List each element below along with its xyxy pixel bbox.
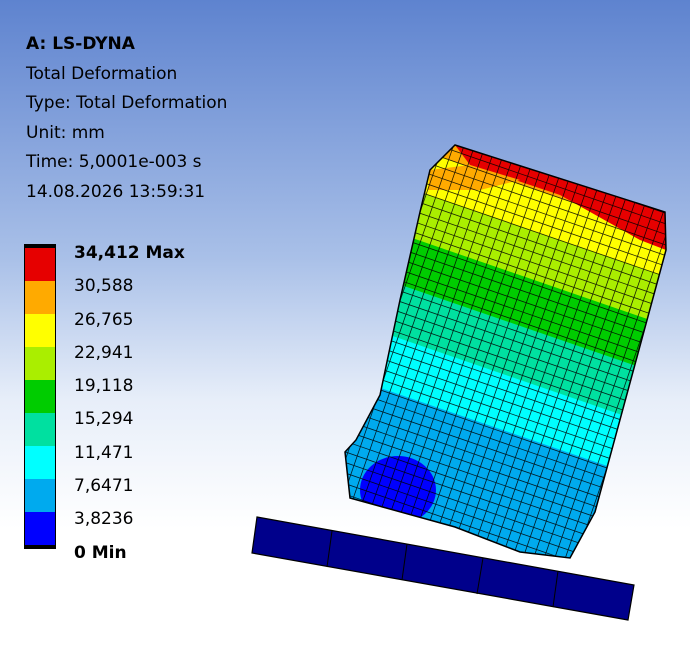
legend-band (25, 380, 55, 413)
legend-band (25, 347, 55, 380)
legend-value-label: 26,765 (74, 309, 134, 330)
legend-cap-bottom (25, 545, 55, 548)
legend-color-bar (24, 244, 56, 549)
result-unit: Unit: mm (26, 122, 105, 143)
legend-band (25, 314, 55, 347)
legend-value-label: 15,294 (74, 409, 134, 430)
legend-labels: 34,412 Max 30,588 26,765 22,941 19,118 15,29… (74, 237, 185, 570)
legend-value-label: 22,941 (74, 342, 134, 363)
legend-min-label: 0 Min (74, 542, 127, 563)
legend-band (25, 281, 55, 314)
result-info-panel: A: LS-DYNA Total Deformation Type: Total… (26, 30, 227, 207)
legend-band (25, 512, 55, 545)
legend-value-label: 7,6471 (74, 476, 134, 497)
result-time: Time: 5,0001e-003 s (26, 152, 202, 172)
legend-band (25, 413, 55, 446)
result-datetime: 14.08.2026 13:59:31 (26, 181, 206, 202)
legend-value-label: 30,588 (74, 276, 134, 297)
legend-value-label: 19,118 (74, 376, 134, 397)
legend-band (25, 479, 55, 512)
result-type: Type: Total Deformation (26, 93, 228, 113)
legend-band (25, 446, 55, 479)
legend-band (25, 248, 55, 281)
legend-max-label: 34,412 Max (74, 243, 185, 263)
legend-value-label: 3,8236 (74, 509, 134, 530)
legend-value-label: 11,471 (74, 442, 134, 463)
analysis-title: A: LS-DYNA (26, 34, 135, 54)
result-name: Total Deformation (26, 63, 178, 84)
